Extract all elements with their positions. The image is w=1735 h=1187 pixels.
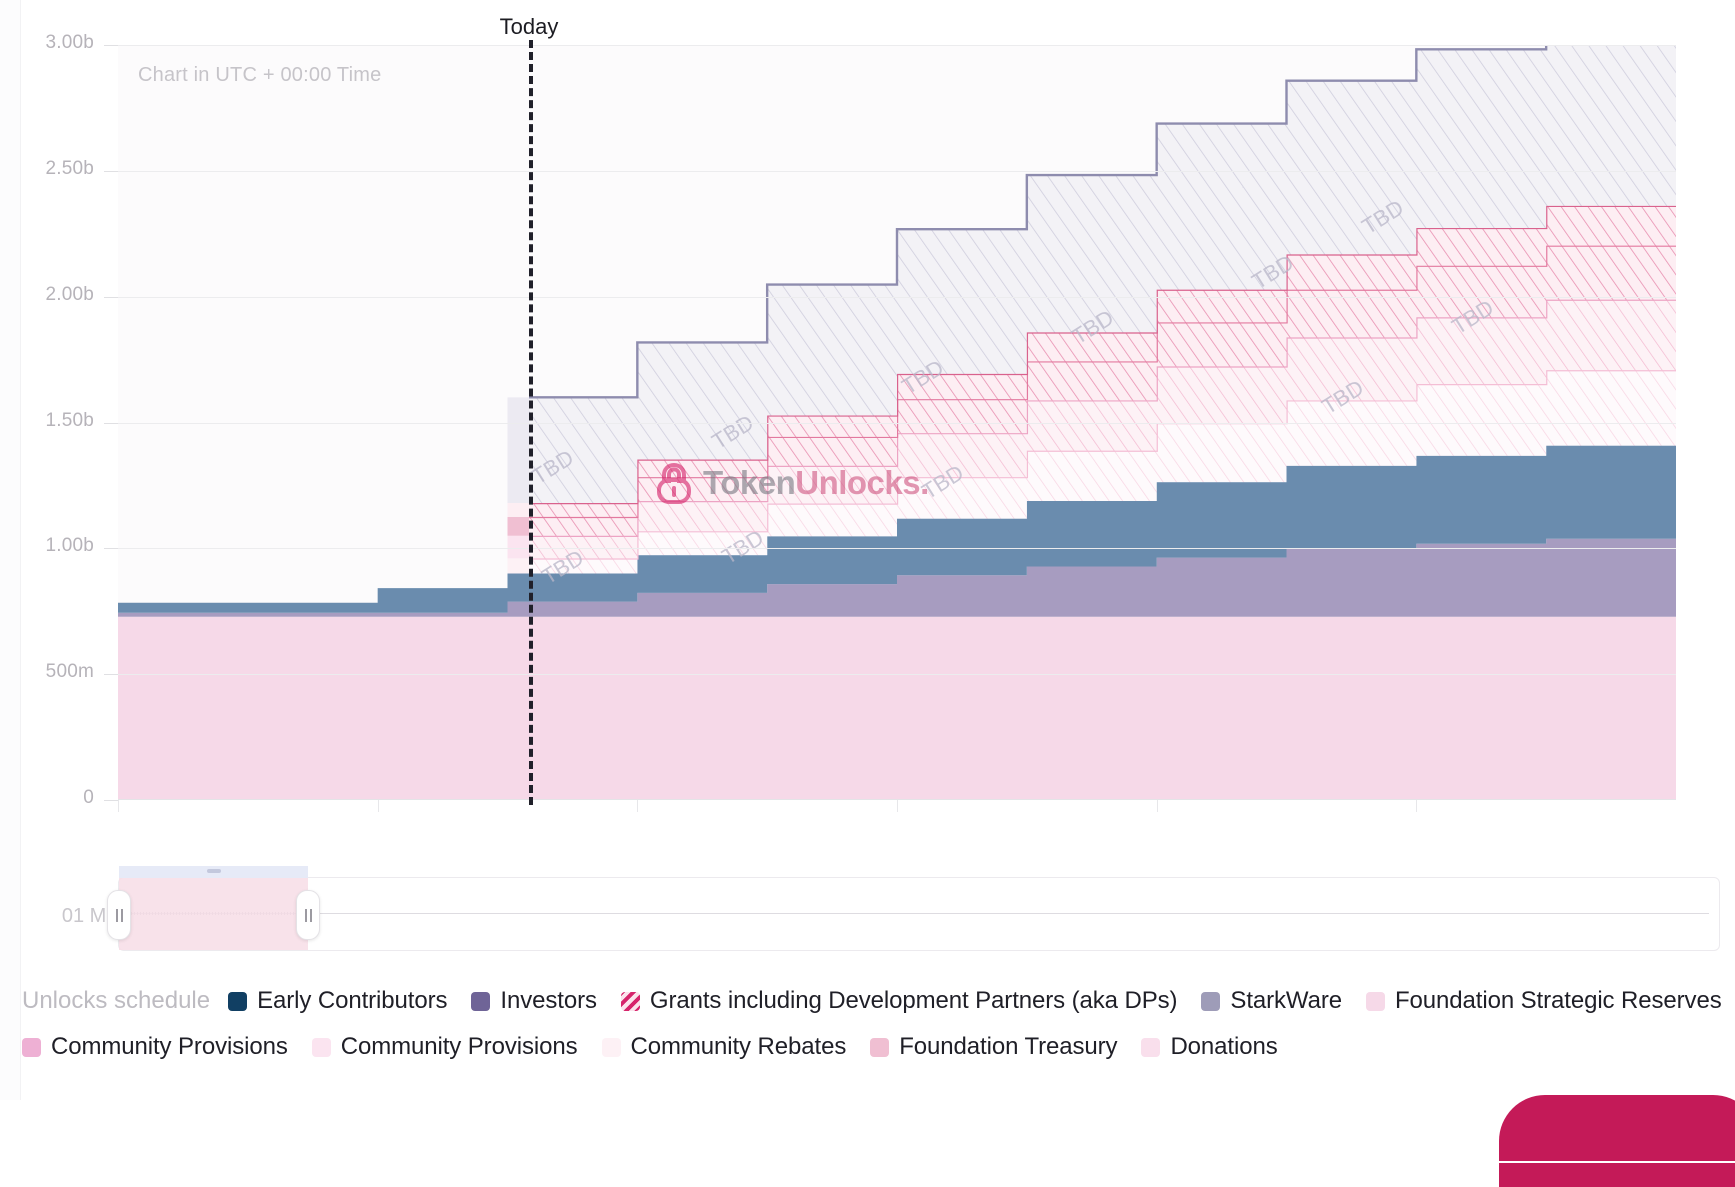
y-axis-tick xyxy=(104,674,118,676)
legend-item-label: Community Provisions xyxy=(51,1033,288,1060)
gridline xyxy=(118,422,1676,424)
legend-item[interactable]: Grants including Development Partners (a… xyxy=(620,987,1178,1015)
legend-item-label: Community Rebates xyxy=(630,1033,847,1060)
legend-swatch xyxy=(1201,991,1221,1011)
x-axis-tick xyxy=(377,800,379,812)
legend-item-label: Early Contributors xyxy=(257,987,448,1014)
legend-row: Community Provisions Community Provisions… xyxy=(0,1024,1735,1070)
timezone-note: Chart in UTC + 00:00 Time xyxy=(138,64,382,86)
legend-item[interactable]: Investors xyxy=(471,987,597,1015)
chart-legend: Unlocks schedule Early Contributors Inves… xyxy=(0,978,1735,1070)
legend-swatch xyxy=(1141,1037,1161,1057)
brush-selection-window[interactable] xyxy=(119,866,308,950)
gridline xyxy=(118,548,1676,550)
x-axis-tick xyxy=(1156,800,1158,812)
legend-item-label: Foundation Strategic Reserves xyxy=(1394,987,1722,1014)
legend-item[interactable]: Community Provisions xyxy=(311,1033,578,1061)
gridline xyxy=(118,296,1676,298)
gridline xyxy=(118,170,1676,172)
legend-swatch xyxy=(22,1037,41,1057)
grip-line xyxy=(120,908,123,922)
legend-item[interactable]: Early Contributors xyxy=(228,987,447,1015)
legend-item-label: Community Provisions xyxy=(340,1033,578,1060)
legend-swatch xyxy=(620,991,640,1011)
page-root: 0 500m 1.00b 1.50b 2.00b 2.50b 3.00b TBD… xyxy=(0,0,1735,1187)
today-marker-label: Today xyxy=(499,14,559,39)
y-axis-label: 500m xyxy=(45,661,94,683)
y-axis-label: 0 xyxy=(83,787,94,808)
legend-title: Unlocks schedule xyxy=(22,987,211,1014)
y-axis-tick xyxy=(104,296,118,298)
grip-line xyxy=(115,908,118,922)
y-axis-label: 3.00b xyxy=(45,32,94,53)
chart-range-slider[interactable] xyxy=(107,866,1720,951)
plot-area: TBD TBD TBD TBD TBD TBD TBD TBD TBD TBD TBD xyxy=(118,45,1676,800)
y-axis-tick xyxy=(104,548,118,550)
x-axis-tick xyxy=(637,800,639,812)
x-axis-tick xyxy=(897,800,898,812)
today-marker-line xyxy=(529,40,533,805)
brush-handle-right[interactable] xyxy=(296,890,320,940)
brush-handle-left[interactable] xyxy=(107,890,131,940)
legend-swatch xyxy=(228,991,248,1011)
gridline xyxy=(118,45,1676,46)
legend-item[interactable]: Foundation Treasury xyxy=(870,1033,1118,1061)
legend-item[interactable]: Community Provisions xyxy=(22,1033,288,1061)
x-axis-tick xyxy=(1416,800,1418,812)
y-axis-tick xyxy=(104,422,118,424)
legend-item-label: StarkWare xyxy=(1230,987,1342,1014)
legend-swatch xyxy=(311,1037,331,1057)
legend-row: Unlocks schedule Early Contributors Inves… xyxy=(0,978,1735,1024)
y-axis-label: 2.50b xyxy=(45,157,94,179)
y-axis-label: 2.00b xyxy=(45,283,94,305)
legend-item-label: Grants including Development Partners (a… xyxy=(649,987,1178,1014)
legend-item-label: Foundation Treasury xyxy=(899,1033,1118,1060)
gridline xyxy=(118,674,1676,676)
y-axis-tick xyxy=(104,45,118,46)
legend-swatch xyxy=(870,1037,890,1057)
y-axis-tick xyxy=(104,800,118,801)
legend-item-label: Investors xyxy=(500,987,597,1014)
y-axis-tick xyxy=(104,170,118,172)
legend-item[interactable]: Donations xyxy=(1141,1033,1278,1061)
legend-swatch xyxy=(601,1037,621,1057)
legend-item[interactable]: Community Rebates xyxy=(601,1033,847,1061)
y-axis-label: 1.00b xyxy=(45,535,94,557)
legend-swatch xyxy=(471,991,491,1011)
legend-item[interactable]: StarkWare xyxy=(1201,987,1342,1015)
brush-top-grip[interactable] xyxy=(207,869,221,873)
legend-item-label: Donations xyxy=(1170,1033,1278,1060)
slider-track xyxy=(131,913,1709,914)
support-fab-button[interactable] xyxy=(1499,1095,1735,1187)
unlocks-chart: 0 500m 1.00b 1.50b 2.00b 2.50b 3.00b TBD… xyxy=(0,0,1735,970)
y-axis-label: 1.50b xyxy=(45,409,94,431)
legend-swatch xyxy=(1365,991,1385,1011)
x-axis-tick xyxy=(118,800,119,812)
grip-line xyxy=(304,908,307,922)
legend-item[interactable]: Foundation Strategic Reserves xyxy=(1365,987,1722,1015)
grip-line xyxy=(309,908,312,922)
